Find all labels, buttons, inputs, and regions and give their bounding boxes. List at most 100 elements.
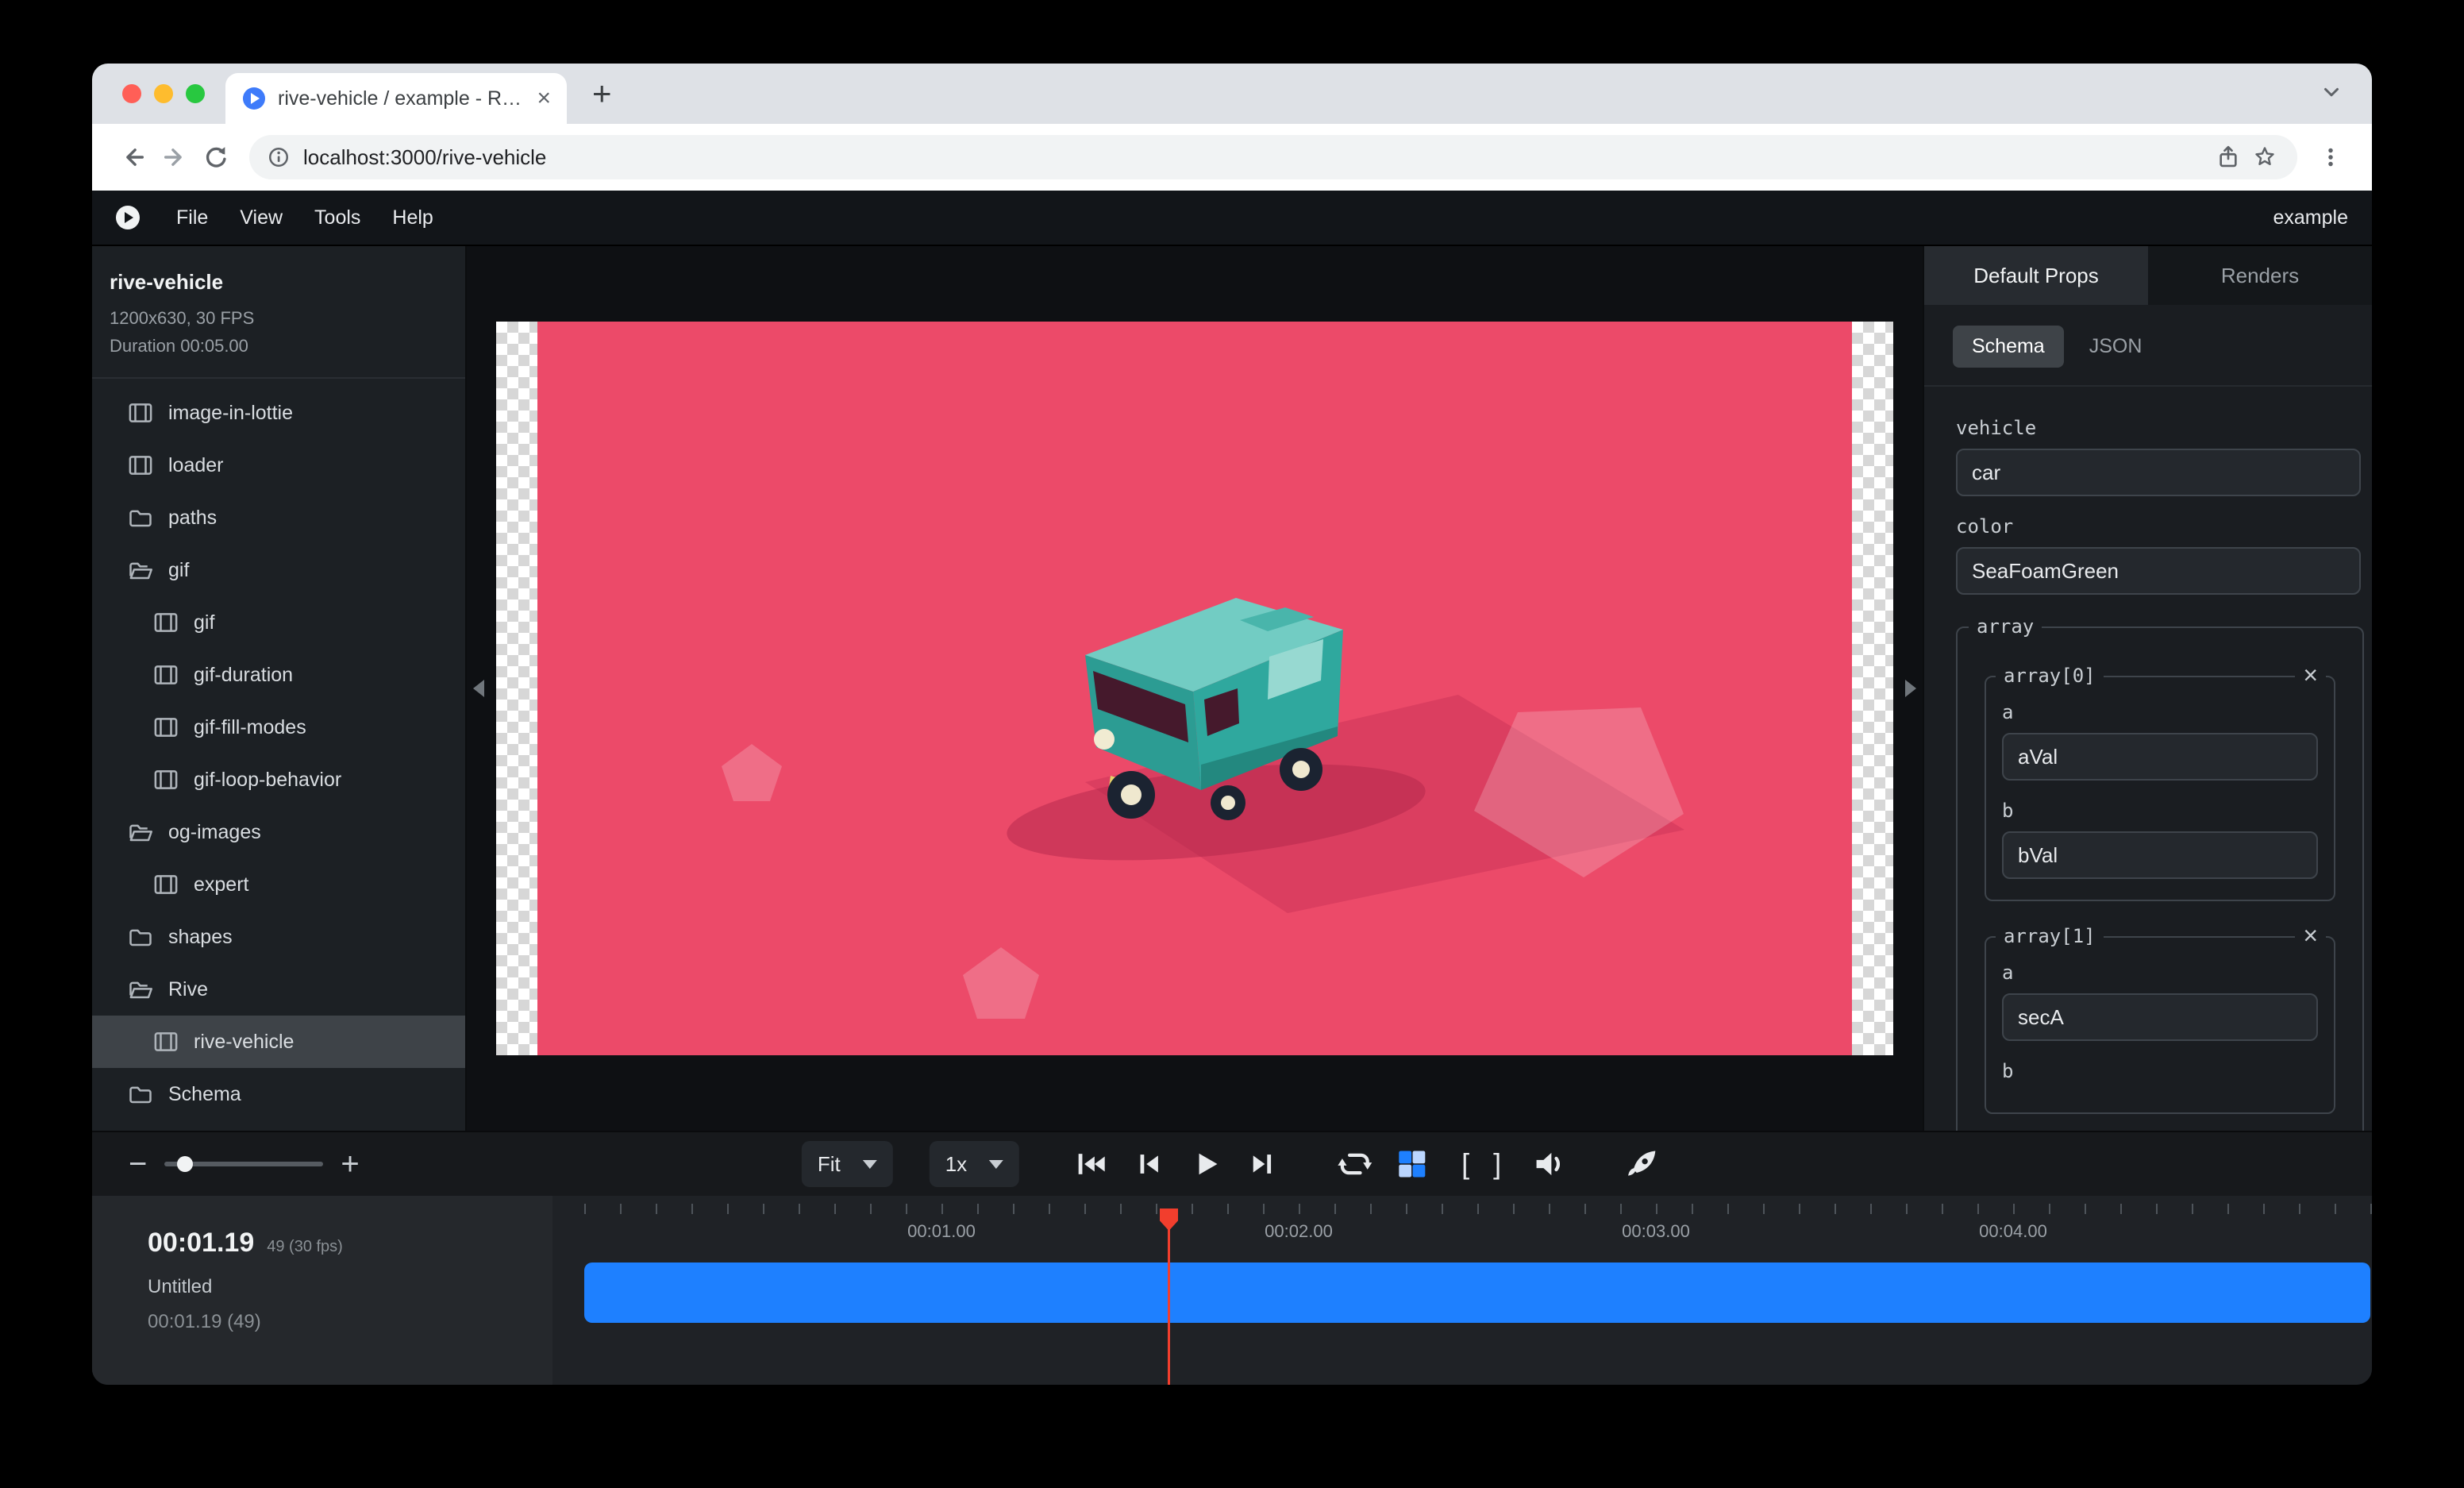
- film-icon: [154, 612, 178, 633]
- vehicle-input[interactable]: [1956, 449, 2361, 496]
- tab-renders[interactable]: Renders: [2148, 246, 2372, 305]
- tab-favicon-icon: [243, 87, 265, 110]
- sidebar-item-label: gif-loop-behavior: [194, 769, 341, 792]
- ruler-label: 00:04.00: [1934, 1221, 2092, 1242]
- remove-array-1-icon[interactable]: ×: [2295, 920, 2326, 950]
- minimize-window-button[interactable]: [154, 84, 173, 103]
- zoom-slider[interactable]: [164, 1162, 323, 1166]
- playhead[interactable]: [1168, 1212, 1170, 1385]
- array-item-1: array[1] × a b: [1985, 936, 2335, 1114]
- sidebar-item-label: Rive: [168, 978, 208, 1001]
- composition-list: image-in-lottie loader paths gif gif: [92, 379, 465, 1120]
- array-item-0: array[0] × a b: [1985, 676, 2335, 901]
- reload-icon[interactable]: [195, 137, 237, 178]
- set-in-point-button[interactable]: [: [1450, 1147, 1481, 1181]
- sidebar-item-loader[interactable]: loader: [92, 439, 465, 492]
- speed-select[interactable]: 1x: [930, 1141, 1019, 1187]
- browser-tab[interactable]: rive-vehicle / example - Remot ×: [225, 73, 567, 124]
- menu-view[interactable]: View: [224, 199, 298, 237]
- sidebar-item-rive-folder[interactable]: Rive: [92, 963, 465, 1016]
- tab-default-props[interactable]: Default Props: [1924, 246, 2148, 305]
- menu-tools[interactable]: Tools: [298, 199, 376, 237]
- tab-search-chevron-icon[interactable]: [2320, 80, 2343, 108]
- share-icon[interactable]: [2210, 139, 2246, 175]
- sidebar-item-schema[interactable]: Schema: [92, 1068, 465, 1120]
- current-frame-info: 49 (30 fps): [267, 1238, 343, 1256]
- remotion-logo-icon[interactable]: [116, 206, 140, 229]
- loop-toggle-icon[interactable]: [1335, 1144, 1375, 1184]
- bookmark-star-icon[interactable]: [2246, 139, 2283, 175]
- sidebar-item-label: shapes: [168, 926, 233, 949]
- browser-tab-strip: rive-vehicle / example - Remot × +: [92, 64, 2372, 124]
- preview-canvas: [467, 246, 1923, 1131]
- film-icon: [154, 717, 178, 738]
- sidebar-item-shapes[interactable]: shapes: [92, 911, 465, 963]
- url-bar[interactable]: localhost:3000/rive-vehicle: [249, 135, 2297, 179]
- fit-select[interactable]: Fit: [802, 1141, 893, 1187]
- collapse-panel-icon[interactable]: [1905, 680, 1916, 697]
- sidebar-item-label: og-images: [168, 821, 261, 844]
- sidebar-item-rive-vehicle[interactable]: rive-vehicle: [92, 1016, 465, 1068]
- browser-window: rive-vehicle / example - Remot × + local…: [92, 64, 2372, 1385]
- fit-select-value: Fit: [818, 1152, 841, 1177]
- sidebar-item-paths[interactable]: paths: [92, 492, 465, 544]
- rocket-render-icon[interactable]: [1623, 1144, 1662, 1184]
- url-text[interactable]: localhost:3000/rive-vehicle: [303, 145, 2210, 170]
- sidebar-item-gif-folder[interactable]: gif: [92, 544, 465, 596]
- zoom-slider-handle[interactable]: [177, 1156, 193, 1172]
- app-menubar: File View Tools Help example: [92, 191, 2372, 246]
- previous-frame-button[interactable]: [1129, 1144, 1168, 1184]
- timeline-track-area[interactable]: 00:01.00 00:02.00 00:03.00 00:04.00: [552, 1196, 2372, 1385]
- new-tab-button[interactable]: +: [584, 74, 620, 114]
- folder-open-icon: [129, 560, 152, 580]
- sidebar-item-gif-duration[interactable]: gif-duration: [92, 649, 465, 701]
- menu-file[interactable]: File: [160, 199, 224, 237]
- film-icon: [154, 1031, 178, 1052]
- array-1-a-input[interactable]: [2002, 993, 2318, 1041]
- transparency-checkerboard-icon[interactable]: [1392, 1144, 1432, 1184]
- sidebar-item-label: gif-duration: [194, 664, 293, 687]
- jump-to-start-button[interactable]: [1072, 1144, 1111, 1184]
- tab-close-icon[interactable]: ×: [532, 85, 556, 112]
- sidebar-item-og-images[interactable]: og-images: [92, 806, 465, 858]
- panel-tabs: Default Props Renders: [1924, 246, 2372, 305]
- sidebar-item-gif-fill-modes[interactable]: gif-fill-modes: [92, 701, 465, 754]
- folder-open-icon: [129, 979, 152, 1000]
- remove-array-0-icon[interactable]: ×: [2295, 660, 2326, 690]
- composition-duration: Duration 00:05.00: [110, 332, 448, 360]
- color-input[interactable]: [1956, 547, 2361, 595]
- sidebar-item-gif[interactable]: gif: [92, 596, 465, 649]
- collapse-sidebar-icon[interactable]: [473, 680, 484, 697]
- zoom-in-button[interactable]: +: [341, 1148, 359, 1180]
- jump-to-end-button[interactable]: [1243, 1144, 1283, 1184]
- array-0-b-input[interactable]: [2002, 831, 2318, 879]
- browser-menu-kebab-icon[interactable]: [2310, 137, 2351, 178]
- sidebar-item-gif-loop-behavior[interactable]: gif-loop-behavior: [92, 754, 465, 806]
- menu-help[interactable]: Help: [376, 199, 449, 237]
- traffic-lights: [122, 84, 205, 103]
- film-icon: [129, 403, 152, 423]
- folder-icon: [129, 507, 152, 528]
- close-window-button[interactable]: [122, 84, 141, 103]
- zoom-out-button[interactable]: −: [129, 1148, 147, 1180]
- array-0-a-input[interactable]: [2002, 733, 2318, 781]
- subtab-json[interactable]: JSON: [2070, 326, 2162, 368]
- back-icon[interactable]: [113, 137, 154, 178]
- timeline-track-bar[interactable]: [584, 1262, 2370, 1323]
- subtab-schema[interactable]: Schema: [1953, 326, 2064, 368]
- zoom-window-button[interactable]: [186, 84, 205, 103]
- play-button[interactable]: [1186, 1144, 1226, 1184]
- timeline: 00:01.19 49 (30 fps) Untitled 00:01.19 (…: [92, 1196, 2372, 1385]
- film-icon: [154, 874, 178, 895]
- set-out-point-button[interactable]: ]: [1481, 1147, 1513, 1181]
- folder-icon: [129, 927, 152, 947]
- sidebar-item-image-in-lottie[interactable]: image-in-lottie: [92, 387, 465, 439]
- ruler-label: 00:03.00: [1577, 1221, 1735, 1242]
- zoom-controls: − +: [129, 1132, 360, 1196]
- site-info-icon[interactable]: [267, 145, 291, 169]
- volume-icon[interactable]: [1530, 1144, 1570, 1184]
- sidebar-item-expert[interactable]: expert: [92, 858, 465, 911]
- forward-icon[interactable]: [154, 137, 195, 178]
- composition-info: rive-vehicle 1200x630, 30 FPS Duration 0…: [92, 246, 465, 377]
- composition-preview: [496, 322, 1893, 1055]
